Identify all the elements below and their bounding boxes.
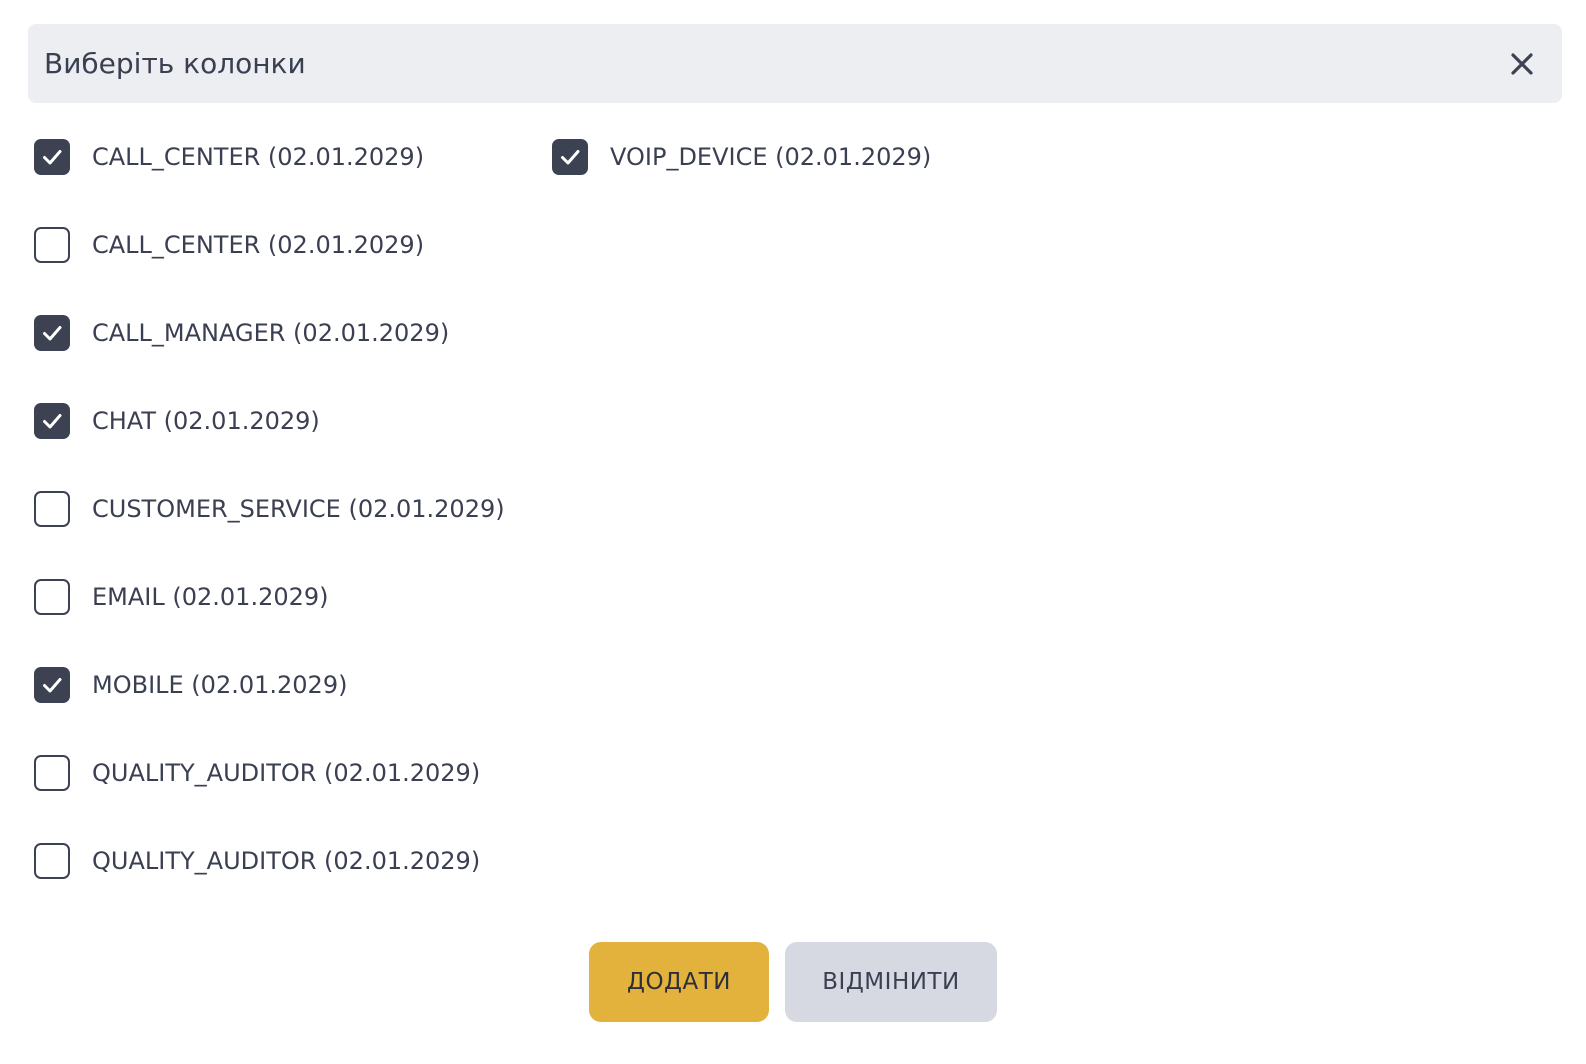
column-list-right: VOIP_DEVICE (02.01.2029) [552,113,931,201]
add-button[interactable]: ДОДАТИ [589,942,769,1022]
checkbox-checked[interactable] [552,139,588,175]
checkbox-checked[interactable] [34,667,70,703]
column-option[interactable]: CHAT (02.01.2029) [34,377,505,465]
column-option-label: VOIP_DEVICE (02.01.2029) [610,143,932,171]
column-option[interactable]: CALL_CENTER (02.01.2029) [34,113,505,201]
column-option[interactable]: VOIP_DEVICE (02.01.2029) [552,113,931,201]
checkbox-checked[interactable] [34,403,70,439]
checkbox-unchecked[interactable] [34,579,70,615]
column-option[interactable]: QUALITY_AUDITOR (02.01.2029) [34,729,505,817]
column-option-label: CALL_CENTER (02.01.2029) [92,231,425,259]
column-option[interactable]: MOBILE (02.01.2029) [34,641,505,729]
column-option-label: QUALITY_AUDITOR (02.01.2029) [92,759,481,787]
column-option-label: EMAIL (02.01.2029) [92,583,329,611]
check-icon [43,678,62,693]
column-option-label: MOBILE (02.01.2029) [92,671,348,699]
column-option[interactable]: EMAIL (02.01.2029) [34,553,505,641]
column-option-label: CHAT (02.01.2029) [92,407,320,435]
check-icon [43,150,62,165]
column-option[interactable]: CALL_CENTER (02.01.2029) [34,201,505,289]
dialog-title: Виберіть колонки [44,47,306,80]
check-icon [43,326,62,341]
column-option[interactable]: CALL_MANAGER (02.01.2029) [34,289,505,377]
select-columns-dialog: Виберіть колонки CALL_CENTER (02.01.2029… [0,0,1586,1064]
column-option-label: CUSTOMER_SERVICE (02.01.2029) [92,495,505,523]
column-option[interactable]: QUALITY_AUDITOR (02.01.2029) [34,817,505,905]
checkbox-unchecked[interactable] [34,843,70,879]
check-icon [561,150,580,165]
column-option-label: QUALITY_AUDITOR (02.01.2029) [92,847,481,875]
cancel-button[interactable]: ВІДМІНИТИ [785,942,997,1022]
column-option-label: CALL_MANAGER (02.01.2029) [92,319,450,347]
column-option-label: CALL_CENTER (02.01.2029) [92,143,425,171]
close-button[interactable] [1508,50,1536,78]
checkbox-unchecked[interactable] [34,227,70,263]
check-icon [43,414,62,429]
dialog-header: Виберіть колонки [28,24,1562,103]
checkbox-unchecked[interactable] [34,755,70,791]
checkbox-checked[interactable] [34,315,70,351]
close-icon [1511,52,1533,75]
column-list-left: CALL_CENTER (02.01.2029) CALL_CENTER (02… [34,113,505,905]
column-option[interactable]: CUSTOMER_SERVICE (02.01.2029) [34,465,505,553]
checkbox-checked[interactable] [34,139,70,175]
checkbox-unchecked[interactable] [34,491,70,527]
dialog-actions: ДОДАТИ ВІДМІНИТИ [0,942,1586,1022]
